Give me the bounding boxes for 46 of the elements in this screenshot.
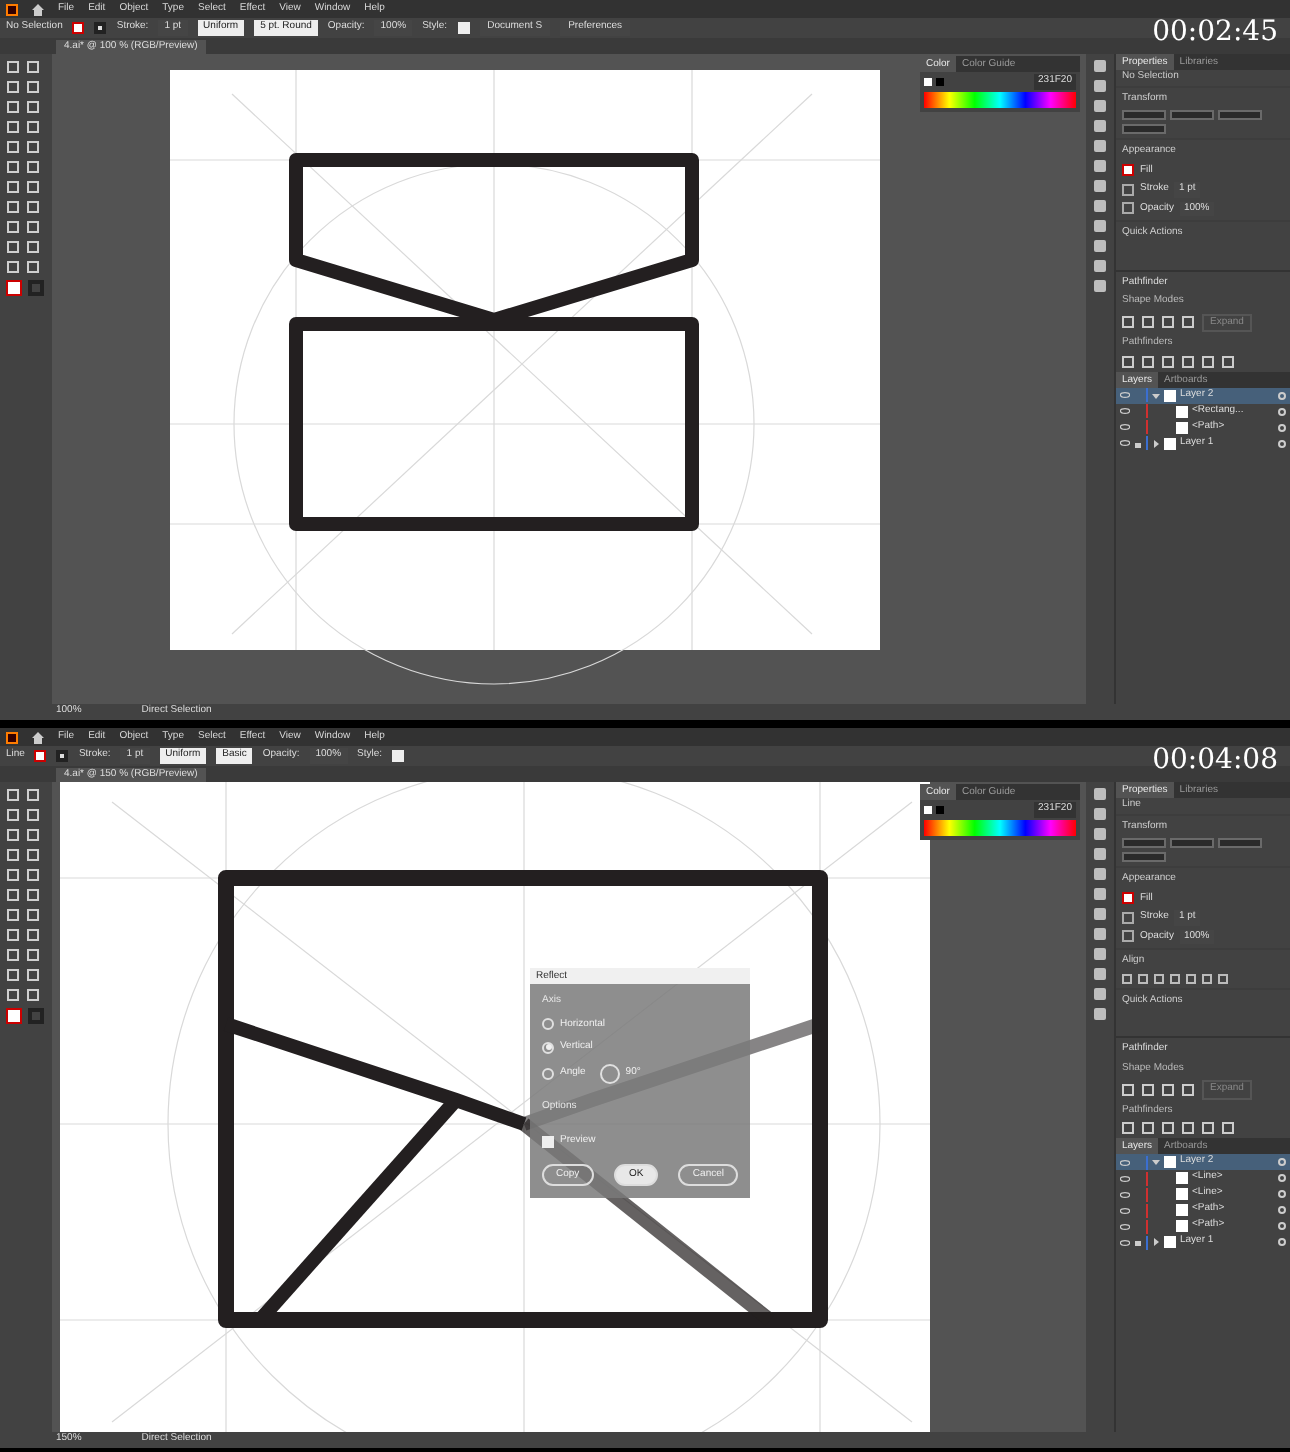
input-field[interactable] bbox=[1122, 124, 1166, 134]
opacity-icon[interactable] bbox=[1122, 202, 1134, 215]
swatch-icon[interactable] bbox=[924, 805, 932, 814]
input-field[interactable] bbox=[1122, 110, 1166, 120]
opacity-icon[interactable] bbox=[1122, 930, 1134, 943]
fill-swatch-icon[interactable] bbox=[1122, 892, 1134, 905]
home-icon[interactable] bbox=[32, 3, 44, 15]
swatch-icon[interactable] bbox=[936, 805, 944, 814]
radio-button[interactable] bbox=[542, 1067, 554, 1079]
stroke-swatch-icon[interactable] bbox=[1122, 911, 1134, 924]
swatch-icon[interactable] bbox=[936, 77, 944, 86]
stroke-swatch-icon[interactable] bbox=[28, 280, 44, 296]
video-timestamp: 00:02:45 bbox=[1152, 14, 1278, 52]
input-field[interactable] bbox=[1218, 110, 1262, 120]
home-icon[interactable] bbox=[32, 731, 44, 743]
input-field[interactable] bbox=[1170, 110, 1214, 120]
stroke-swatch-icon[interactable] bbox=[1122, 183, 1134, 196]
swatch-icon[interactable] bbox=[924, 77, 932, 86]
lock-icon[interactable] bbox=[1134, 1238, 1142, 1246]
disclosure-icon[interactable] bbox=[1152, 391, 1160, 399]
fill-swatch-icon[interactable] bbox=[34, 750, 47, 762]
stroke-swatch-icon[interactable] bbox=[56, 750, 69, 762]
style-swatch[interactable] bbox=[457, 22, 470, 34]
stroke-swatch-icon[interactable] bbox=[94, 22, 107, 34]
style-swatch[interactable] bbox=[392, 750, 405, 762]
disclosure-icon[interactable] bbox=[1152, 1238, 1160, 1246]
input-field[interactable] bbox=[1122, 852, 1166, 862]
input-field[interactable] bbox=[1218, 838, 1262, 848]
fill-swatch-icon[interactable] bbox=[6, 1008, 22, 1024]
lock-icon[interactable] bbox=[1134, 439, 1142, 447]
disclosure-icon[interactable] bbox=[1152, 1158, 1160, 1166]
radio-button[interactable] bbox=[542, 1018, 554, 1031]
color-spectrum[interactable] bbox=[924, 91, 1076, 107]
input-field[interactable] bbox=[1170, 838, 1214, 848]
fill-swatch-icon[interactable] bbox=[72, 22, 85, 34]
color-spectrum[interactable] bbox=[924, 819, 1076, 835]
fill-swatch-icon[interactable] bbox=[6, 280, 22, 296]
stroke-swatch-icon[interactable] bbox=[28, 1008, 44, 1024]
disclosure-icon[interactable] bbox=[1152, 439, 1160, 447]
app-logo-icon bbox=[6, 731, 18, 743]
input-field[interactable] bbox=[1122, 838, 1166, 848]
checkbox[interactable] bbox=[542, 1135, 554, 1148]
fill-swatch-icon[interactable] bbox=[1122, 164, 1134, 177]
radio-button[interactable] bbox=[542, 1041, 554, 1054]
video-timestamp: 00:04:08 bbox=[1152, 742, 1278, 780]
app-logo-icon bbox=[6, 3, 18, 15]
